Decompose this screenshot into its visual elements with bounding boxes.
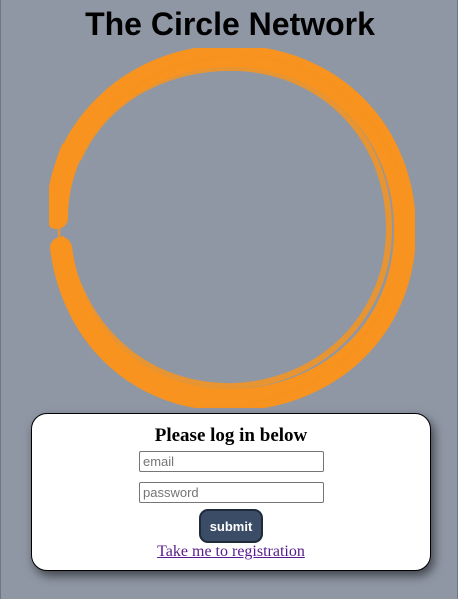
login-card: Please log in below submit Take me to re… (31, 413, 431, 571)
brush-stroke-inner (68, 64, 393, 390)
submit-button[interactable]: submit (199, 509, 263, 543)
circle-logo-icon (49, 48, 415, 408)
login-heading: Please log in below (154, 425, 308, 446)
password-input[interactable] (139, 482, 324, 503)
email-input[interactable] (139, 451, 324, 472)
registration-link[interactable]: Take me to registration (157, 543, 305, 560)
registration-link-container: Take me to registration (32, 542, 430, 562)
page-title: The Circle Network (85, 6, 375, 42)
